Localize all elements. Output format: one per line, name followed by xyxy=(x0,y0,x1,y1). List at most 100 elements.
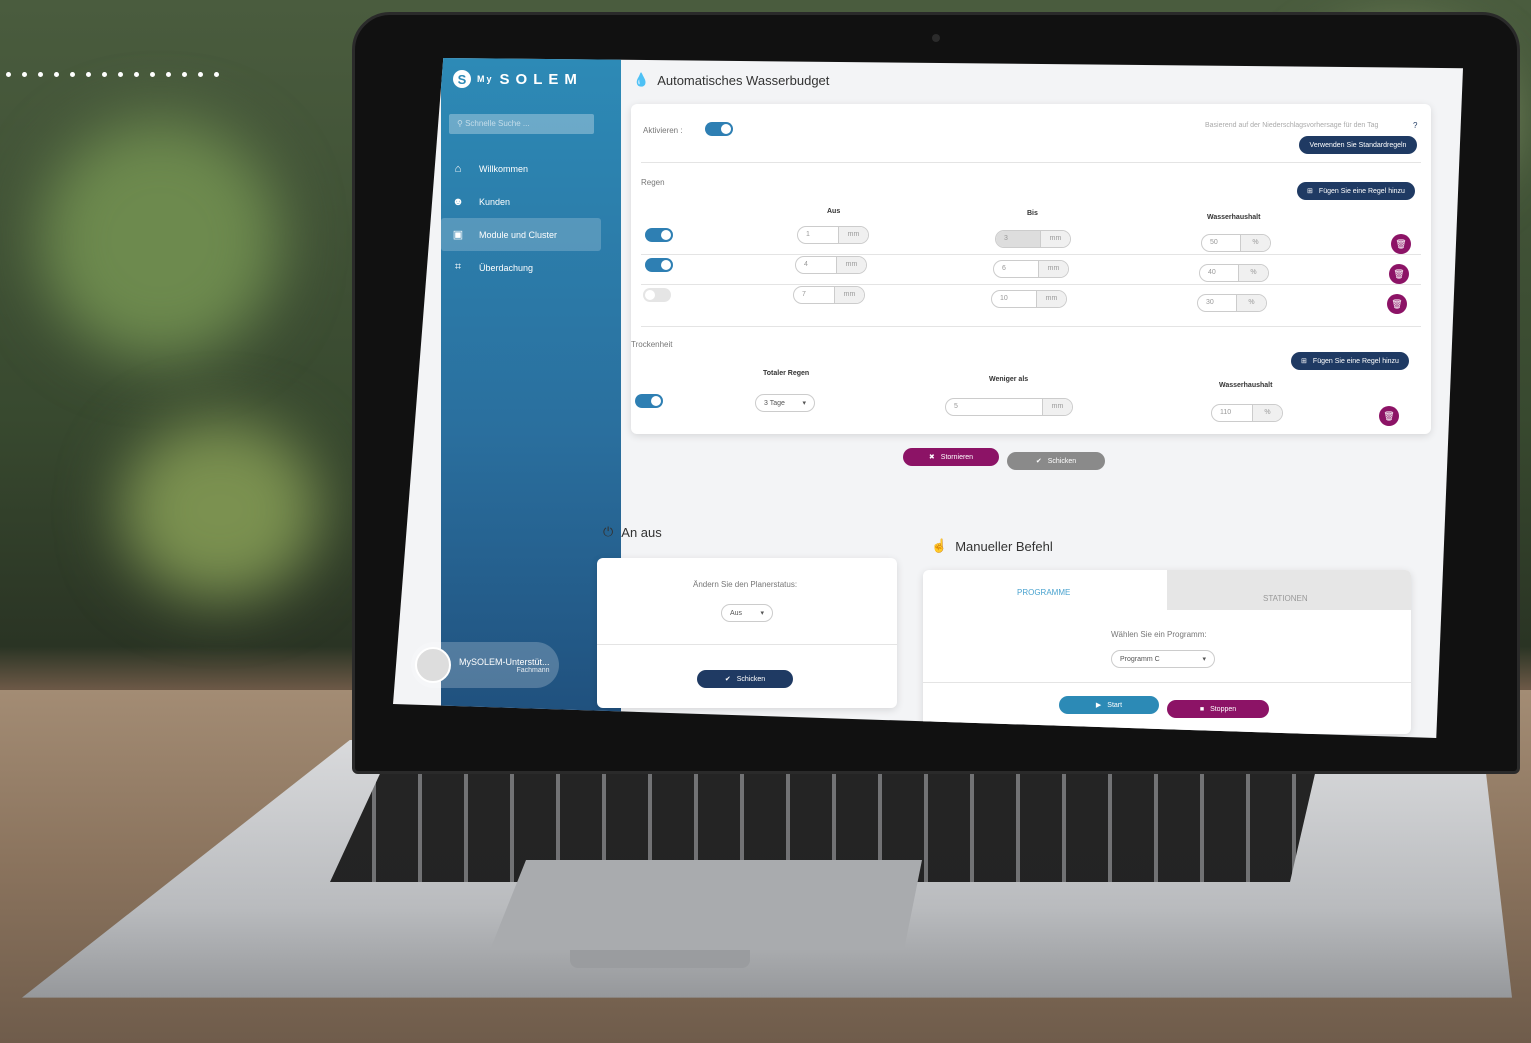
sidebar-item-label: Überdachung xyxy=(479,262,534,273)
col-total: Totaler Regen xyxy=(763,370,810,377)
drought-label: Trockenheit xyxy=(631,340,673,349)
value: 30 xyxy=(1206,299,1214,306)
value: 3 xyxy=(996,231,1040,247)
default-rules-button[interactable]: Verwenden Sie Standardregeln xyxy=(1299,136,1417,154)
user-profile[interactable]: MySOLEM-Unterstüt... Fachmann xyxy=(411,642,559,688)
value: 40 xyxy=(1208,269,1216,276)
value: 5 xyxy=(954,403,958,410)
col-budget: Wasserhaushalt xyxy=(1219,382,1273,389)
stop-button[interactable]: ■ Stoppen xyxy=(1167,700,1269,718)
sidebar-item-kunden[interactable]: ☻ Kunden xyxy=(441,185,601,218)
sidebar-item-willkommen[interactable]: ⌂ Willkommen xyxy=(441,152,601,185)
unit: % xyxy=(1238,265,1268,281)
brand-my: My xyxy=(477,74,494,84)
sidebar: S My SOLEM ⚲ Schnelle Suche ... ⌂ Willko… xyxy=(411,58,621,738)
add-drought-rule-button[interactable]: ⊞ Fügen Sie eine Regel hinzu xyxy=(1291,352,1409,370)
default-rules-label: Verwenden Sie Standardregeln xyxy=(1309,141,1407,149)
less-than-input[interactable]: 5 mm xyxy=(945,398,1073,416)
send-button[interactable]: ✔ Schicken xyxy=(1007,452,1105,470)
sidebar-nav: ⌂ Willkommen ☻ Kunden ▣ Module und Clust… xyxy=(441,152,601,284)
drought-budget-input[interactable]: 110% xyxy=(1211,404,1283,422)
col-to: Bis xyxy=(1027,210,1038,217)
add-rule-label: Fügen Sie eine Regel hinzu xyxy=(1312,357,1399,365)
rain-to-input[interactable]: 10 mm xyxy=(991,290,1067,308)
col-less: Weniger als xyxy=(989,376,1029,383)
rain-budget-input[interactable]: 30% xyxy=(1197,294,1267,312)
rain-row-toggle[interactable] xyxy=(645,258,673,272)
onoff-send-button[interactable]: ✔ Schicken xyxy=(697,670,793,688)
screen: S My SOLEM ⚲ Schnelle Suche ... ⌂ Willko… xyxy=(393,58,1463,738)
user-name: MySOLEM-Unterstüt... xyxy=(459,656,550,667)
value: 4 xyxy=(804,261,808,268)
delete-icon[interactable]: 🗑 xyxy=(1389,264,1409,284)
onoff-title-text: An aus xyxy=(621,524,662,540)
laptop-trackpad xyxy=(490,860,922,950)
start-label: Start xyxy=(1107,701,1123,709)
value: 6 xyxy=(1002,265,1006,272)
select-value: 3 Tage xyxy=(764,399,785,407)
delete-icon[interactable]: 🗑 xyxy=(1391,234,1411,254)
power-icon: ⏻ xyxy=(603,524,614,539)
status-select[interactable]: Aus ▾ xyxy=(721,604,773,622)
manual-title-text: Manueller Befehl xyxy=(955,538,1053,554)
budget-card: Aktivieren : Basierend auf der Niedersch… xyxy=(631,104,1431,434)
sidebar-item-label: Willkommen xyxy=(479,163,529,174)
hand-pointer-icon: ☝ xyxy=(931,538,948,553)
sidebar-item-ueberdachung[interactable]: ⌗ Überdachung xyxy=(441,251,601,284)
cancel-button[interactable]: ✖ Stornieren xyxy=(903,448,999,466)
unit: mm xyxy=(1038,261,1068,277)
caret-down-icon: ▾ xyxy=(1202,656,1206,663)
send-label: Schicken xyxy=(736,675,766,683)
water-drop-icon: 💧 xyxy=(633,72,650,87)
rain-budget-input[interactable]: 50% xyxy=(1201,234,1271,252)
select-value: Programm C xyxy=(1120,655,1160,663)
rain-row-toggle[interactable] xyxy=(643,288,671,302)
rain-from-input[interactable]: 4 mm xyxy=(795,256,867,274)
col-budget: Wasserhaushalt xyxy=(1207,214,1261,221)
send-label: Schicken xyxy=(1047,457,1077,465)
divider xyxy=(597,644,897,645)
unit: % xyxy=(1240,235,1270,251)
program-select[interactable]: Programm C ▾ xyxy=(1111,650,1215,668)
sidebar-item-module[interactable]: ▣ Module und Cluster xyxy=(441,218,601,251)
plus-square-icon: ⊞ xyxy=(1301,358,1307,365)
rain-from-input[interactable]: 1 mm xyxy=(797,226,869,244)
unit: mm xyxy=(838,227,868,243)
tab-stations-label: STATIONEN xyxy=(1263,594,1308,603)
value: 50 xyxy=(1210,239,1218,246)
rain-to-input[interactable]: 6 mm xyxy=(993,260,1069,278)
manual-card: STATIONEN PROGRAMME Wählen Sie ein Progr… xyxy=(923,570,1411,734)
play-icon: ▶ xyxy=(1095,702,1102,709)
caret-down-icon: ▾ xyxy=(802,400,806,407)
search-input[interactable]: ⚲ Schnelle Suche ... xyxy=(449,114,594,134)
program-label: Wählen Sie ein Programm: xyxy=(1111,630,1207,639)
stop-icon: ■ xyxy=(1199,705,1205,713)
tab-stations[interactable]: STATIONEN xyxy=(1167,570,1411,610)
rain-budget-input[interactable]: 40% xyxy=(1199,264,1269,282)
add-rule-label: Fügen Sie eine Regel hinzu xyxy=(1318,187,1405,195)
manual-title: ☝ Manueller Befehl xyxy=(931,538,1053,554)
unit: mm xyxy=(836,257,866,273)
users-icon: ☻ xyxy=(452,195,464,208)
total-rain-select[interactable]: 3 Tage ▾ xyxy=(755,394,815,412)
divider xyxy=(641,254,1421,255)
rain-row-toggle[interactable] xyxy=(645,228,673,242)
add-rain-rule-button[interactable]: ⊞ Fügen Sie eine Regel hinzu xyxy=(1297,182,1415,200)
activate-toggle[interactable] xyxy=(705,122,733,136)
budget-title: 💧 Automatisches Wasserbudget xyxy=(633,72,829,88)
brand-logo: S My SOLEM xyxy=(453,70,583,88)
user-role: Fachmann xyxy=(516,666,550,674)
start-button[interactable]: ▶ Start xyxy=(1059,696,1159,714)
caret-down-icon: ▾ xyxy=(760,610,764,617)
delete-icon[interactable]: 🗑 xyxy=(1387,294,1407,314)
coverage-icon: ⌗ xyxy=(454,261,462,273)
rain-to-input[interactable]: 3 mm xyxy=(995,230,1071,248)
camera-icon xyxy=(932,34,940,42)
rain-from-input[interactable]: 7 mm xyxy=(793,286,865,304)
drought-toggle[interactable] xyxy=(635,394,663,408)
solem-logo-icon: S xyxy=(453,70,471,88)
home-icon: ⌂ xyxy=(454,162,462,175)
tab-programs[interactable]: PROGRAMME xyxy=(1017,588,1070,597)
value: 1 xyxy=(806,231,810,238)
delete-icon[interactable]: 🗑 xyxy=(1379,406,1399,426)
